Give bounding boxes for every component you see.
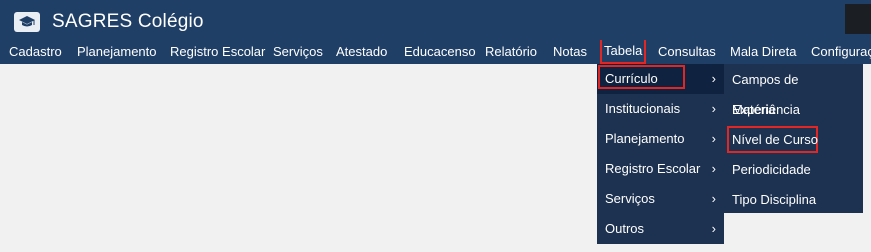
tabela-dropdown: Currículo › Institucionais › Planejament… xyxy=(597,64,724,244)
graduation-cap-icon xyxy=(14,12,40,32)
chevron-right-icon: › xyxy=(711,221,716,236)
dropdown-item-label: Outros xyxy=(605,221,645,236)
dropdown-item-label: Serviços xyxy=(605,191,655,206)
chevron-right-icon: › xyxy=(711,71,716,86)
menu-cadastro[interactable]: Cadastro xyxy=(9,40,62,64)
submenu-item-tipo-disciplina[interactable]: Tipo Disciplina xyxy=(724,185,863,215)
submenu-item-label: Nível de Curso xyxy=(732,132,818,147)
menu-planejamento[interactable]: Planejamento xyxy=(77,40,157,64)
main-menubar: Cadastro Planejamento Registro Escolar S… xyxy=(0,40,871,64)
app-title: SAGRES Colégio xyxy=(52,11,204,32)
menu-tabela[interactable]: Tabela xyxy=(600,40,647,64)
dropdown-item-registro-escolar[interactable]: Registro Escolar › xyxy=(597,154,724,184)
submenu-item-label: Tipo Disciplina xyxy=(732,192,817,207)
header-right-panel xyxy=(845,4,871,34)
chevron-right-icon: › xyxy=(711,191,716,206)
dropdown-item-planejamento[interactable]: Planejamento › xyxy=(597,124,724,154)
app-header: SAGRES Colégio Cadastro Planejamento Reg… xyxy=(0,0,871,64)
menu-registro-escolar[interactable]: Registro Escolar xyxy=(170,40,265,64)
dropdown-item-label: Registro Escolar xyxy=(605,161,701,176)
dropdown-item-label: Planejamento xyxy=(605,131,685,146)
dropdown-item-curriculo[interactable]: Currículo › xyxy=(597,64,724,94)
menu-servicos[interactable]: Serviços xyxy=(273,40,323,64)
dropdown-item-institucionais[interactable]: Institucionais › xyxy=(597,94,724,124)
menu-atestado[interactable]: Atestado xyxy=(336,40,387,64)
dropdown-item-servicos[interactable]: Serviços › xyxy=(597,184,724,214)
chevron-right-icon: › xyxy=(711,101,716,116)
dropdown-item-outros[interactable]: Outros › xyxy=(597,214,724,244)
menu-educacenso[interactable]: Educacenso xyxy=(404,40,476,64)
submenu-item-materia[interactable]: Matéria xyxy=(724,95,863,125)
dropdown-item-label: Institucionais xyxy=(605,101,681,116)
submenu-item-nivel-de-curso[interactable]: Nível de Curso xyxy=(724,125,863,155)
chevron-right-icon: › xyxy=(711,161,716,176)
menu-consultas[interactable]: Consultas xyxy=(658,40,716,64)
submenu-item-campos-de-experiencia[interactable]: Campos de Experiência xyxy=(724,65,863,117)
dropdown-item-label: Currículo xyxy=(605,71,658,86)
menu-configuracoes[interactable]: Configuraç xyxy=(811,40,871,64)
brand[interactable]: SAGRES Colégio xyxy=(14,10,204,34)
menu-mala-direta[interactable]: Mala Direta xyxy=(730,40,796,64)
menu-notas[interactable]: Notas xyxy=(553,40,587,64)
curriculo-submenu: Campos de Experiência Matéria Nível de C… xyxy=(724,64,863,213)
menu-relatorio[interactable]: Relatório xyxy=(485,40,537,64)
chevron-right-icon: › xyxy=(711,131,716,146)
submenu-item-label: Matéria xyxy=(732,102,776,117)
submenu-item-label: Periodicidade xyxy=(732,162,811,177)
submenu-item-periodicidade[interactable]: Periodicidade xyxy=(724,155,863,185)
